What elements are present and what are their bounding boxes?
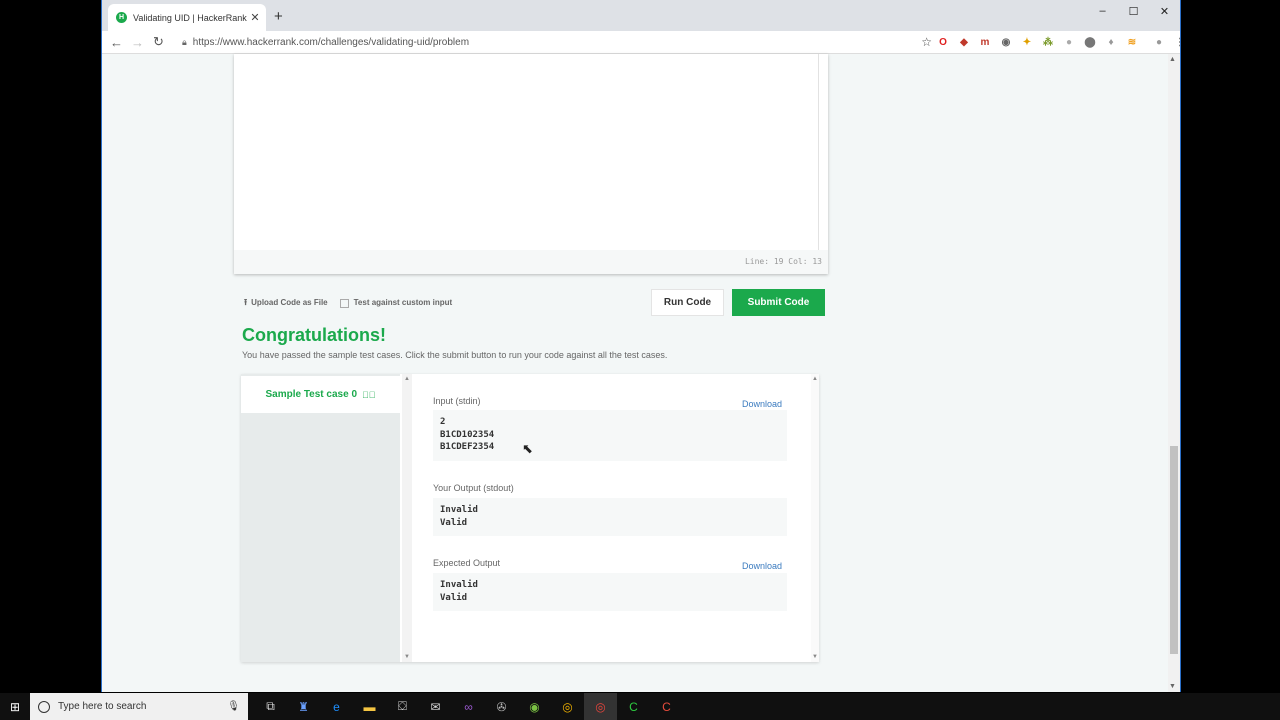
window-controls: – ☐ ✕ [1087, 0, 1180, 22]
back-arrow-icon[interactable]: ← [106, 35, 127, 50]
windows-taskbar: ⊞ Type here to search 🎙︎ ⧉ ♜ e ▬ ⛋ ✉ ∞ ✇… [0, 693, 1280, 720]
file-explorer-icon[interactable]: ▬ [353, 693, 386, 720]
css-extension-icon[interactable]: ⁂ [1039, 35, 1057, 49]
page-content: Line: 19 Col: 13 ⭱ Upload Code as File Te… [102, 54, 1168, 692]
browser-tab[interactable]: H Validating UID | HackerRank ✕ [108, 4, 266, 31]
bookmark-star-icon[interactable]: ☆ [921, 35, 932, 49]
input-line: B1CDEF2354 [440, 442, 495, 452]
film-app-icon[interactable]: ✇ [485, 693, 518, 720]
red-c-app-icon[interactable]: C [650, 693, 683, 720]
camera-extension-icon[interactable]: ◉ [997, 35, 1015, 49]
red-extension-icon[interactable]: ◆ [955, 35, 973, 49]
output-scrollbar[interactable]: ▲ ▼ [811, 374, 819, 662]
chrome-canary-icon[interactable]: ◎ [551, 693, 584, 720]
input-box: 2 B1CD102354 B1CDEF2354 [433, 410, 787, 461]
input-download-link[interactable]: Download [742, 399, 782, 409]
grey-extension-icon[interactable]: ● [1060, 35, 1078, 49]
output-scroll-down-icon[interactable]: ▼ [812, 654, 818, 660]
reload-icon[interactable]: ↻ [148, 34, 169, 50]
sidebar-scrollbar[interactable]: ▲ ▼ [402, 374, 412, 662]
custom-input-option[interactable]: Test against custom input [339, 298, 453, 308]
mail-icon[interactable]: ✉ [419, 693, 452, 720]
menu-dots-icon[interactable]: ⋮ [1171, 35, 1180, 49]
input-line: B1CD102354 [440, 429, 495, 440]
store-icon[interactable]: ⛋ [386, 693, 419, 720]
page-scroll-thumb[interactable] [1170, 446, 1178, 654]
taskbar-apps: ⧉ ♜ e ▬ ⛋ ✉ ∞ ✇ ◉ ◎ ◎ C C [254, 693, 683, 720]
layers-extension-icon[interactable]: ≋ [1123, 35, 1141, 49]
editor-gutter-line [818, 54, 819, 250]
scroll-up-icon[interactable]: ▲ [404, 376, 410, 382]
run-code-button[interactable]: Run Code [651, 289, 724, 316]
page-scroll-up-icon[interactable]: ▲ [1169, 56, 1176, 63]
mouse-pointer-icon: ⬉ [522, 441, 533, 456]
maximize-button[interactable]: ☐ [1118, 0, 1149, 22]
upload-file-link[interactable]: ⭱ Upload Code as File [244, 295, 328, 311]
chrome-icon[interactable]: ◎ [584, 693, 617, 720]
your-output-label: Your Output (stdout) [433, 483, 514, 493]
minimize-button[interactable]: – [1087, 0, 1118, 22]
microphone-icon[interactable]: 🎙︎ [227, 701, 240, 712]
browser-window: H Validating UID | HackerRank ✕ + – ☐ ✕ … [101, 0, 1181, 692]
custom-input-label: Test against custom input [353, 298, 453, 308]
extensions-bar: O ◆ m ◉ ✦ ⁂ ● ⬤ ♦ ≋ ● ⋮ [934, 35, 1180, 49]
output-line: Valid [440, 517, 468, 528]
cortana-circle-icon [38, 700, 50, 713]
visual-studio-icon[interactable]: ∞ [452, 693, 485, 720]
taskbar-search-placeholder: Type here to search [58, 701, 147, 712]
expected-output-box: Invalid Valid [433, 573, 787, 611]
editor-options: ⭱ Upload Code as File Test against custom… [244, 295, 452, 311]
output-scroll-up-icon[interactable]: ▲ [812, 376, 818, 382]
your-output-box: Invalid Valid [433, 498, 787, 536]
expected-download-link[interactable]: Download [742, 561, 782, 571]
edge-browser-icon[interactable]: e [320, 693, 353, 720]
congratulations-heading: Congratulations! [242, 325, 386, 345]
green-c-app-icon[interactable]: C [617, 693, 650, 720]
taskbar-search-box[interactable]: Type here to search 🎙︎ [30, 693, 248, 720]
upload-icon: ⭱ [244, 297, 248, 307]
sample-test-case-tab[interactable]: Sample Test case 0 ✓⃝ [241, 376, 400, 413]
upload-label: Upload Code as File [251, 298, 328, 307]
check-circle-icon: ✓⃝ [362, 389, 376, 400]
lock-icon: 🔒︎ [182, 36, 187, 47]
expected-line: Valid [440, 592, 468, 603]
browser-toolbar: ← → ↻ 🔒︎ https://www.hackerrank.com/chal… [102, 31, 1180, 54]
lightbulb-extension-icon[interactable]: ♦ [1102, 35, 1120, 49]
android-app-icon[interactable]: ◉ [518, 693, 551, 720]
submit-code-button[interactable]: Submit Code [732, 289, 825, 316]
page-scroll-down-icon[interactable]: ▼ [1169, 683, 1176, 690]
url-text: https://www.hackerrank.com/challenges/va… [192, 36, 470, 48]
test-results-panel: Sample Test case 0 ✓⃝ ▲ ▼ ▲ ▼ Input (std… [241, 374, 819, 662]
cursor-position: Line: 19 Col: 13 [744, 257, 822, 266]
profile-avatar-icon[interactable]: ● [1150, 35, 1168, 49]
shield-extension-icon[interactable]: ⬤ [1081, 35, 1099, 49]
expected-line: Invalid [440, 580, 478, 590]
m-extension-icon[interactable]: m [976, 35, 994, 49]
test-case-label: Sample Test case 0 [265, 389, 358, 400]
close-window-button[interactable]: ✕ [1149, 0, 1180, 22]
test-case-sidebar: Sample Test case 0 ✓⃝ [241, 374, 400, 662]
editor-status-bar: Line: 19 Col: 13 [234, 250, 828, 274]
input-line: 2 [440, 417, 446, 427]
new-tab-button[interactable]: + [274, 8, 283, 25]
input-label: Input (stdin) [433, 396, 481, 406]
custom-input-checkbox[interactable] [339, 298, 349, 308]
close-tab-icon[interactable]: ✕ [248, 11, 262, 24]
scroll-down-icon[interactable]: ▼ [404, 654, 410, 660]
code-editor[interactable]: Line: 19 Col: 13 [234, 54, 828, 274]
expected-output-label: Expected Output [433, 558, 501, 568]
opera-extension-icon[interactable]: O [934, 35, 952, 49]
windows-start-icon[interactable]: ⊞ [0, 700, 30, 714]
page-scrollbar[interactable]: ▲ ▼ [1168, 54, 1180, 692]
tab-title: Validating UID | HackerRank [133, 12, 247, 23]
congratulations-message: You have passed the sample test cases. C… [242, 350, 668, 360]
address-bar[interactable]: 🔒︎ https://www.hackerrank.com/challenges… [182, 34, 932, 50]
task-view-icon[interactable]: ⧉ [254, 693, 287, 720]
tab-strip: H Validating UID | HackerRank ✕ + – ☐ ✕ [102, 0, 1180, 31]
network-app-icon[interactable]: ♜ [287, 693, 320, 720]
output-line: Invalid [440, 505, 478, 515]
hackerrank-favicon-icon: H [116, 12, 127, 23]
puzzle-extension-icon[interactable]: ✦ [1018, 35, 1036, 49]
forward-arrow-icon[interactable]: → [127, 35, 148, 50]
